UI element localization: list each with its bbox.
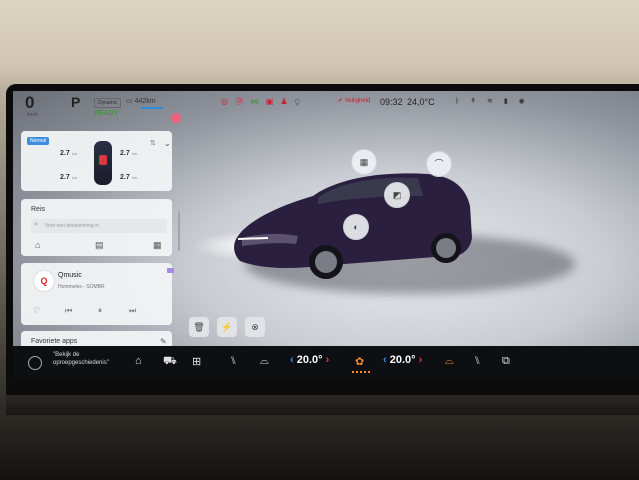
favorite-apps-title: Favoriete apps	[31, 338, 78, 345]
car-icon[interactable]: ⛟	[163, 355, 177, 369]
seatbelt-icon: ♟	[280, 97, 288, 106]
next-icon[interactable]: ⏭	[129, 306, 136, 316]
temp-left-down-icon[interactable]: ‹	[290, 354, 294, 366]
position-lights-icon: ⋈	[250, 97, 259, 106]
bottom-dock: "Bekijk de oproepgeschiedenis" ⌂ ⛟ ⊞ ⑊ ⌓…	[13, 346, 639, 379]
screen-mirror-icon[interactable]: ⧉	[502, 355, 510, 368]
speed-value: 0	[25, 93, 35, 112]
station-name: Qmusic	[58, 272, 82, 279]
home-icon[interactable]: ⌂	[135, 355, 142, 367]
lock-icon[interactable]: ⊗	[245, 317, 265, 337]
previous-icon[interactable]: ⏮	[65, 306, 72, 316]
tire-front-left: 2.7 bar	[60, 150, 78, 157]
brake-warning-icon: ◎	[221, 97, 228, 106]
station-logo: Q	[33, 270, 55, 292]
clock: 09:32	[380, 97, 403, 107]
safety-status[interactable]: ✔ Veiligheid	[338, 97, 370, 104]
media-card[interactable]: Q Qmusic Hommeles - SOMBR ♡ ⏮ ⏸ ⏭	[21, 263, 174, 325]
dashboard-reflection	[6, 395, 639, 415]
drive-mode-badge[interactable]: Dynamic	[94, 98, 122, 108]
pause-icon[interactable]: ⏸	[98, 306, 102, 316]
car-topview-icon	[94, 141, 112, 185]
infotainment-screen: 0 km/h P Dynamic READY ▭ 442km ◎ ⓪ ⋈ ▣ ♟…	[13, 91, 639, 379]
temperature-right-value: 20.0°	[389, 354, 416, 366]
status-bar: 0 km/h P Dynamic READY ▭ 442km ◎ ⓪ ⋈ ▣ ♟…	[13, 91, 639, 123]
tire-front-right: 2.7 bar	[120, 150, 138, 157]
tire-pressure-icon: ⍜	[294, 97, 300, 106]
chevron-down-icon[interactable]: ⌄	[164, 139, 171, 148]
wifi-icon: ≋	[486, 98, 493, 105]
system-icons: ᛒ ↟ ≋ ▮ ◉	[455, 97, 534, 105]
rear-defrost-icon[interactable]: ⌓	[445, 355, 454, 368]
tire-status-tag: Normal	[27, 137, 50, 145]
mirror-hotspot-icon[interactable]: ◐	[343, 214, 369, 240]
safety-label: Veiligheid	[344, 98, 371, 104]
shield-check-icon: ✔	[338, 98, 344, 104]
tailgate-hotspot-icon[interactable]: ⌒	[426, 151, 452, 177]
swap-icon[interactable]: ⇅	[150, 139, 156, 147]
route-title: Reis	[31, 206, 46, 213]
grid-icon[interactable]: ⊞	[192, 355, 201, 368]
route-card[interactable]: Reis Voer een bestemming in ⌕ ⌂ ▤ ▦	[21, 199, 172, 256]
scrollbar[interactable]	[178, 211, 180, 251]
warning-lights: ◎ ⓪ ⋈ ▣ ♟ ⍜	[221, 96, 305, 107]
window-hotspot-icon[interactable]: ◩	[384, 182, 410, 208]
outside-temperature: 24,0°C	[407, 97, 435, 107]
front-defrost-icon[interactable]: ⌓	[260, 355, 269, 368]
home-destination-icon[interactable]: ⌂	[35, 240, 40, 250]
seat-heat-left-icon[interactable]: ⑊	[230, 355, 237, 367]
range-bar	[141, 107, 163, 109]
destination-search-input[interactable]: Voer een bestemming in	[31, 219, 167, 233]
screen-hotspot-icon[interactable]: ▦	[351, 149, 377, 175]
seat-heat-right-icon[interactable]: ⑊	[474, 355, 481, 367]
work-destination-icon[interactable]: ▤	[95, 240, 104, 251]
temp-right-down-icon[interactable]: ‹	[383, 354, 387, 366]
call-history-hint[interactable]: "Bekijk de oproepgeschiedenis"	[53, 351, 133, 367]
range-value: 442km	[134, 98, 156, 105]
profile-avatar[interactable]	[171, 113, 181, 123]
edit-icon[interactable]: ✎	[160, 337, 167, 346]
temperature-right[interactable]: ‹ 20.0° ›	[383, 354, 422, 366]
speed-unit: km/h	[27, 112, 38, 118]
charging-icon[interactable]: ⚡	[217, 317, 237, 337]
temp-left-up-icon[interactable]: ›	[326, 354, 330, 366]
tire-rear-left: 2.7 bar	[60, 174, 78, 181]
tire-rear-right: 2.7 bar	[120, 174, 138, 181]
trash-icon[interactable]: 🗑	[189, 317, 209, 337]
temperature-left[interactable]: ‹ 20.0° ›	[290, 354, 329, 366]
usb-icon: ↟	[470, 98, 477, 105]
fan-level-indicator	[352, 371, 370, 373]
ready-indicator: READY	[94, 110, 119, 117]
temperature-left-value: 20.0°	[296, 354, 323, 366]
source-badge	[167, 268, 174, 273]
tire-pressure-card[interactable]: Normal ⇅ ⌄ 2.7 bar 2.7 bar 2.7 bar 2.7 bar	[21, 131, 172, 191]
privacy-icon: ◉	[518, 98, 525, 105]
temp-right-up-icon[interactable]: ›	[419, 354, 423, 366]
signal-icon: ▮	[503, 98, 508, 105]
heart-icon[interactable]: ♡	[33, 306, 40, 315]
parking-brake-icon: ⓪	[235, 97, 244, 106]
bluetooth-icon: ᛒ	[455, 98, 460, 105]
favorites-destination-icon[interactable]: ▦	[153, 240, 162, 251]
voice-assistant-icon[interactable]	[28, 356, 42, 370]
gear-indicator: P	[71, 94, 81, 110]
traction-icon: ▣	[265, 97, 274, 106]
track-title: Hommeles - SOMBR	[58, 284, 105, 290]
range-readout: ▭ 442km	[126, 97, 156, 105]
battery-icon: ▭	[126, 98, 133, 105]
fan-icon[interactable]: ✿	[355, 355, 364, 368]
search-icon: ⌕	[34, 221, 38, 228]
